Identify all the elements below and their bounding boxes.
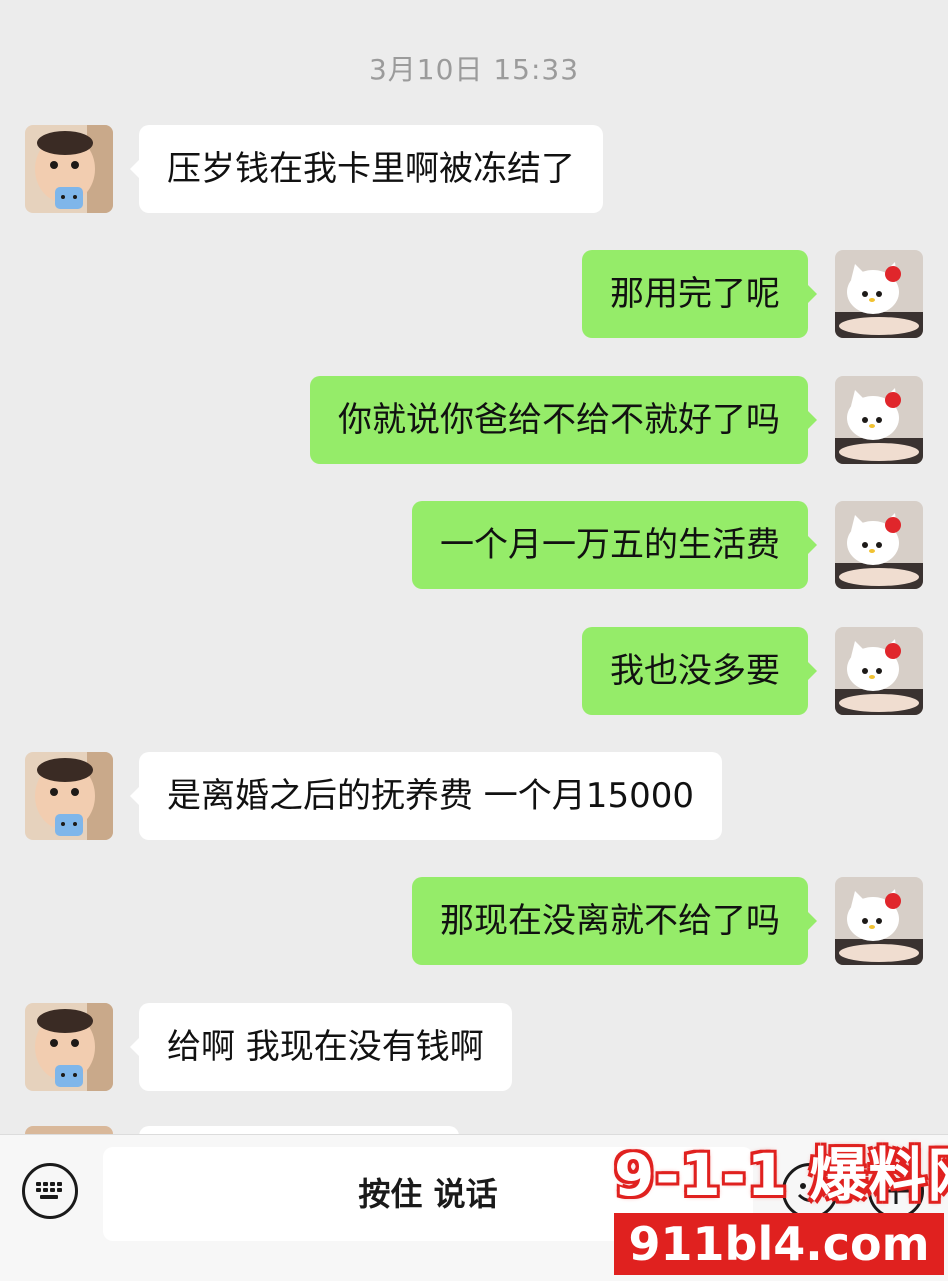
watermark-logo-text: 9-1-1 爆料网 [614, 1141, 948, 1209]
message-row-incoming: 压岁钱在我卡里啊被冻结了 [0, 125, 948, 215]
outgoing-message-bubble[interactable]: 你就说你爸给不给不就好了吗 [310, 376, 817, 464]
hello-kitty-avatar[interactable] [835, 877, 923, 965]
baby-avatar[interactable] [25, 752, 113, 840]
message-row-outgoing: 一个月一万五的生活费 [0, 501, 948, 591]
outgoing-message-bubble[interactable]: 一个月一万五的生活费 [412, 501, 817, 589]
message-row-outgoing: 那用完了呢 [0, 250, 948, 340]
incoming-message-bubble[interactable]: 压岁钱在我卡里啊被冻结了 [130, 125, 603, 213]
outgoing-message-bubble[interactable]: 那用完了呢 [582, 250, 817, 338]
chat-timestamp: 3月10日 15:33 [368, 53, 580, 86]
hello-kitty-avatar[interactable] [835, 376, 923, 464]
outgoing-message-bubble[interactable]: 那现在没离就不给了吗 [412, 877, 817, 965]
message-row-outgoing: 那现在没离就不给了吗 [0, 877, 948, 967]
hello-kitty-avatar[interactable] [835, 501, 923, 589]
message-row-outgoing: 你就说你爸给不给不就好了吗 [0, 376, 948, 466]
keyboard-icon[interactable] [22, 1163, 78, 1219]
incoming-message-bubble[interactable]: 是离婚之后的抚养费 一个月15000 [130, 752, 722, 840]
message-row-incoming: 是离婚之后的抚养费 一个月15000 [0, 752, 948, 842]
hello-kitty-avatar[interactable] [835, 250, 923, 338]
message-row-incoming: 给啊 我现在没有钱啊 [0, 1003, 948, 1093]
hello-kitty-avatar[interactable] [835, 627, 923, 715]
baby-avatar[interactable] [25, 1003, 113, 1091]
watermark-url: 911bl4.com [614, 1213, 944, 1275]
outgoing-message-bubble[interactable]: 我也没多要 [582, 627, 817, 715]
message-row-outgoing: 我也没多要 [0, 627, 948, 717]
incoming-message-bubble[interactable]: 给啊 我现在没有钱啊 [130, 1003, 512, 1091]
baby-avatar[interactable] [25, 125, 113, 213]
